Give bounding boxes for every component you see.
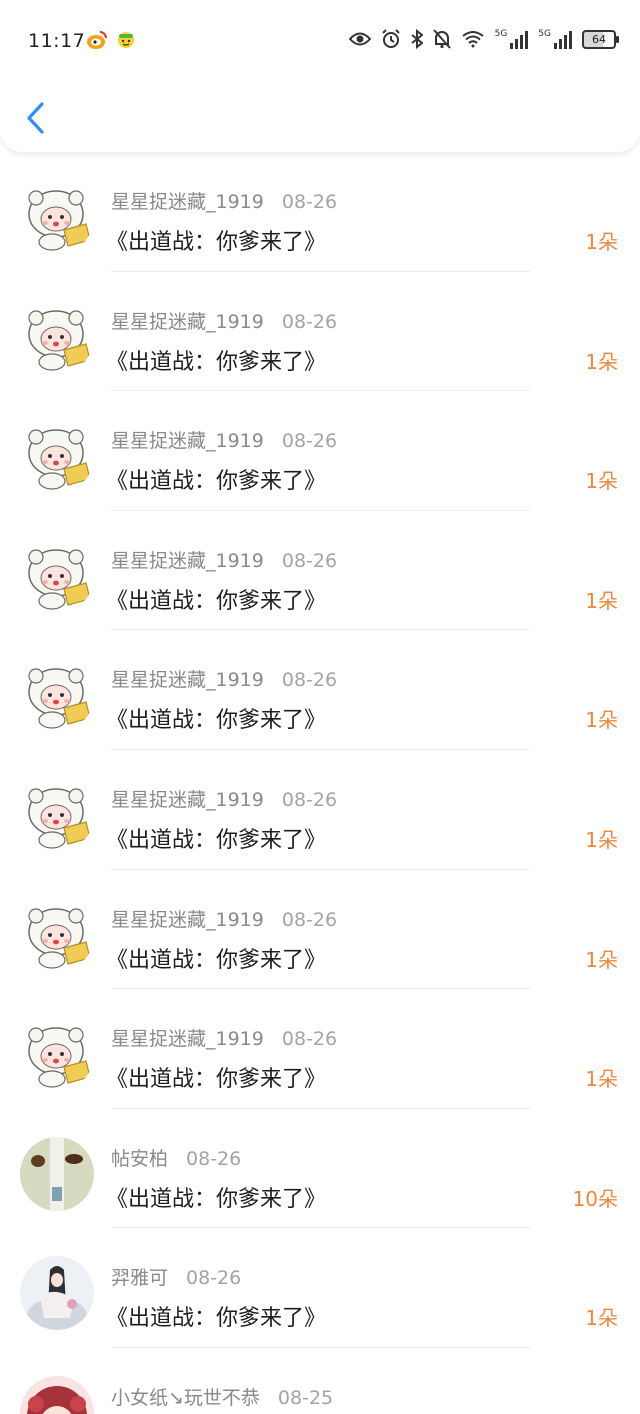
avatar[interactable] [20, 299, 94, 374]
book-title: 《出道战：你爹来了》 [106, 1306, 327, 1332]
avatar[interactable] [20, 897, 94, 972]
list-item[interactable]: 星星捉迷藏_1919 08-26 《出道战：你爹来了》 1朵 [0, 630, 640, 750]
gift-date: 08-26 [281, 549, 338, 572]
gift-date: 08-26 [281, 908, 338, 931]
list-item[interactable]: 星星捉迷藏_1919 08-26 《出道战：你爹来了》 1朵 [0, 989, 640, 1109]
wifi-icon [461, 31, 484, 48]
battery-indicator: 64 [582, 29, 619, 49]
cell-signal-1: 5G [495, 29, 529, 49]
gift-date: 08-26 [281, 669, 338, 692]
sender-line: 星星捉迷藏_1919 08-26 [111, 785, 337, 812]
gift-date: 08-26 [281, 430, 338, 453]
sender-line: 星星捉迷藏_1919 08-26 [111, 546, 337, 573]
sender-line: 星星捉迷藏_1919 08-26 [111, 665, 337, 692]
sender-line: 星星捉迷藏_1919 08-26 [111, 1024, 337, 1051]
eye-icon [348, 32, 371, 46]
sender-line: 帖安柏 08-26 [111, 1144, 241, 1171]
sender-line: 星星捉迷藏_1919 08-26 [111, 187, 337, 214]
nav-header [0, 82, 640, 152]
flower-count: 1朵 [585, 1067, 618, 1092]
notification-icons [86, 29, 136, 51]
avatar[interactable] [20, 180, 94, 254]
list-item[interactable]: 星星捉迷藏_1919 08-26 《出道战：你爹来了》 1朵 [0, 750, 640, 870]
bell-muted-icon [432, 29, 451, 49]
weibo-icon [87, 31, 107, 49]
flower-count: 10朵 [572, 1186, 618, 1211]
sender-name[interactable]: 星星捉迷藏_1919 [111, 1028, 264, 1050]
gift-date: 08-26 [281, 1028, 338, 1051]
flower-count: 1朵 [585, 827, 618, 852]
book-title: 《出道战：你爹来了》 [106, 588, 327, 614]
sender-name[interactable]: 星星捉迷藏_1919 [111, 430, 264, 452]
avatar[interactable] [20, 1375, 94, 1414]
book-title: 《出道战：你爹来了》 [106, 349, 327, 375]
list-item[interactable]: 星星捉迷藏_1919 08-26 《出道战：你爹来了》 1朵 [0, 391, 640, 511]
sender-line: 星星捉迷藏_1919 08-26 [111, 307, 337, 334]
network-type-2: 5G [538, 29, 551, 39]
flower-count: 1朵 [585, 230, 618, 254]
sender-name[interactable]: 星星捉迷藏_1919 [111, 669, 264, 691]
gift-date: 08-25 [277, 1386, 334, 1409]
list-item[interactable]: 羿雅可 08-26 《出道战：你爹来了》 1朵 [0, 1228, 640, 1348]
avatar[interactable] [20, 1017, 94, 1092]
list-item[interactable]: 小女纸↘玩世不恭 08-25 [0, 1348, 640, 1414]
book-title: 《出道战：你爹来了》 [106, 947, 327, 973]
list-item[interactable]: 星星捉迷藏_1919 08-26 《出道战：你爹来了》 1朵 [0, 870, 640, 990]
book-title: 《出道战：你爹来了》 [106, 230, 327, 255]
bluetooth-icon [410, 29, 423, 49]
sender-line: 星星捉迷藏_1919 08-26 [111, 905, 337, 932]
sender-name[interactable]: 星星捉迷藏_1919 [111, 311, 264, 333]
gift-list: 星星捉迷藏_1919 08-26 《出道战：你爹来了》 1朵 星星捉迷藏_1919 08-… [0, 152, 640, 1414]
sender-line: 小女纸↘玩世不恭 08-25 [111, 1383, 333, 1410]
sender-name[interactable]: 星星捉迷藏_1919 [111, 789, 264, 811]
system-icons: 5G 5G 64 [348, 29, 619, 49]
sender-line: 羿雅可 08-26 [111, 1263, 241, 1290]
face-app-icon [118, 32, 134, 48]
sender-name[interactable]: 羿雅可 [111, 1267, 168, 1289]
clock: 11:17 [28, 30, 86, 52]
avatar[interactable] [20, 658, 94, 733]
sender-name[interactable]: 帖安柏 [111, 1148, 168, 1170]
network-type-1: 5G [494, 29, 508, 39]
sender-name[interactable]: 星星捉迷藏_1919 [111, 191, 264, 213]
alarm-icon [381, 29, 400, 48]
sender-name[interactable]: 小女纸↘玩世不恭 [111, 1387, 260, 1409]
sender-name[interactable]: 星星捉迷藏_1919 [111, 909, 264, 931]
flower-count: 1朵 [585, 708, 618, 733]
list-item[interactable]: 星星捉迷藏_1919 08-26 《出道战：你爹来了》 1朵 [0, 272, 640, 392]
cell-signal-2: 5G [538, 29, 572, 49]
gift-date: 08-26 [281, 310, 338, 333]
avatar[interactable] [20, 777, 94, 852]
book-title: 《出道战：你爹来了》 [106, 1067, 327, 1093]
flower-count: 1朵 [585, 469, 618, 494]
book-title: 《出道战：你爹来了》 [106, 1186, 327, 1212]
sender-line: 星星捉迷藏_1919 08-26 [111, 426, 337, 453]
list-item[interactable]: 星星捉迷藏_1919 08-26 《出道战：你爹来了》 1朵 [0, 511, 640, 631]
list-item[interactable]: 星星捉迷藏_1919 08-26 《出道战：你爹来了》 1朵 [0, 152, 640, 272]
book-title: 《出道战：你爹来了》 [106, 708, 327, 734]
avatar[interactable] [20, 419, 94, 494]
list-item[interactable]: 帖安柏 08-26 《出道战：你爹来了》 10朵 [0, 1109, 640, 1229]
book-title: 《出道战：你爹来了》 [106, 469, 327, 495]
flower-count: 1朵 [585, 1306, 618, 1331]
flower-count: 1朵 [585, 349, 618, 374]
book-title: 《出道战：你爹来了》 [106, 827, 327, 853]
avatar[interactable] [20, 1256, 94, 1331]
status-bar: 11:17 5G 5G 64 [0, 0, 640, 82]
gift-date: 08-26 [281, 191, 338, 213]
gift-date: 08-26 [281, 788, 338, 811]
chevron-left-icon[interactable] [24, 100, 46, 136]
avatar[interactable] [20, 1136, 94, 1211]
flower-count: 1朵 [585, 947, 618, 972]
sender-name[interactable]: 星星捉迷藏_1919 [111, 550, 264, 572]
avatar[interactable] [20, 538, 94, 613]
gift-date: 08-26 [186, 1147, 242, 1170]
gift-date: 08-26 [186, 1267, 242, 1290]
flower-count: 1朵 [585, 588, 618, 613]
